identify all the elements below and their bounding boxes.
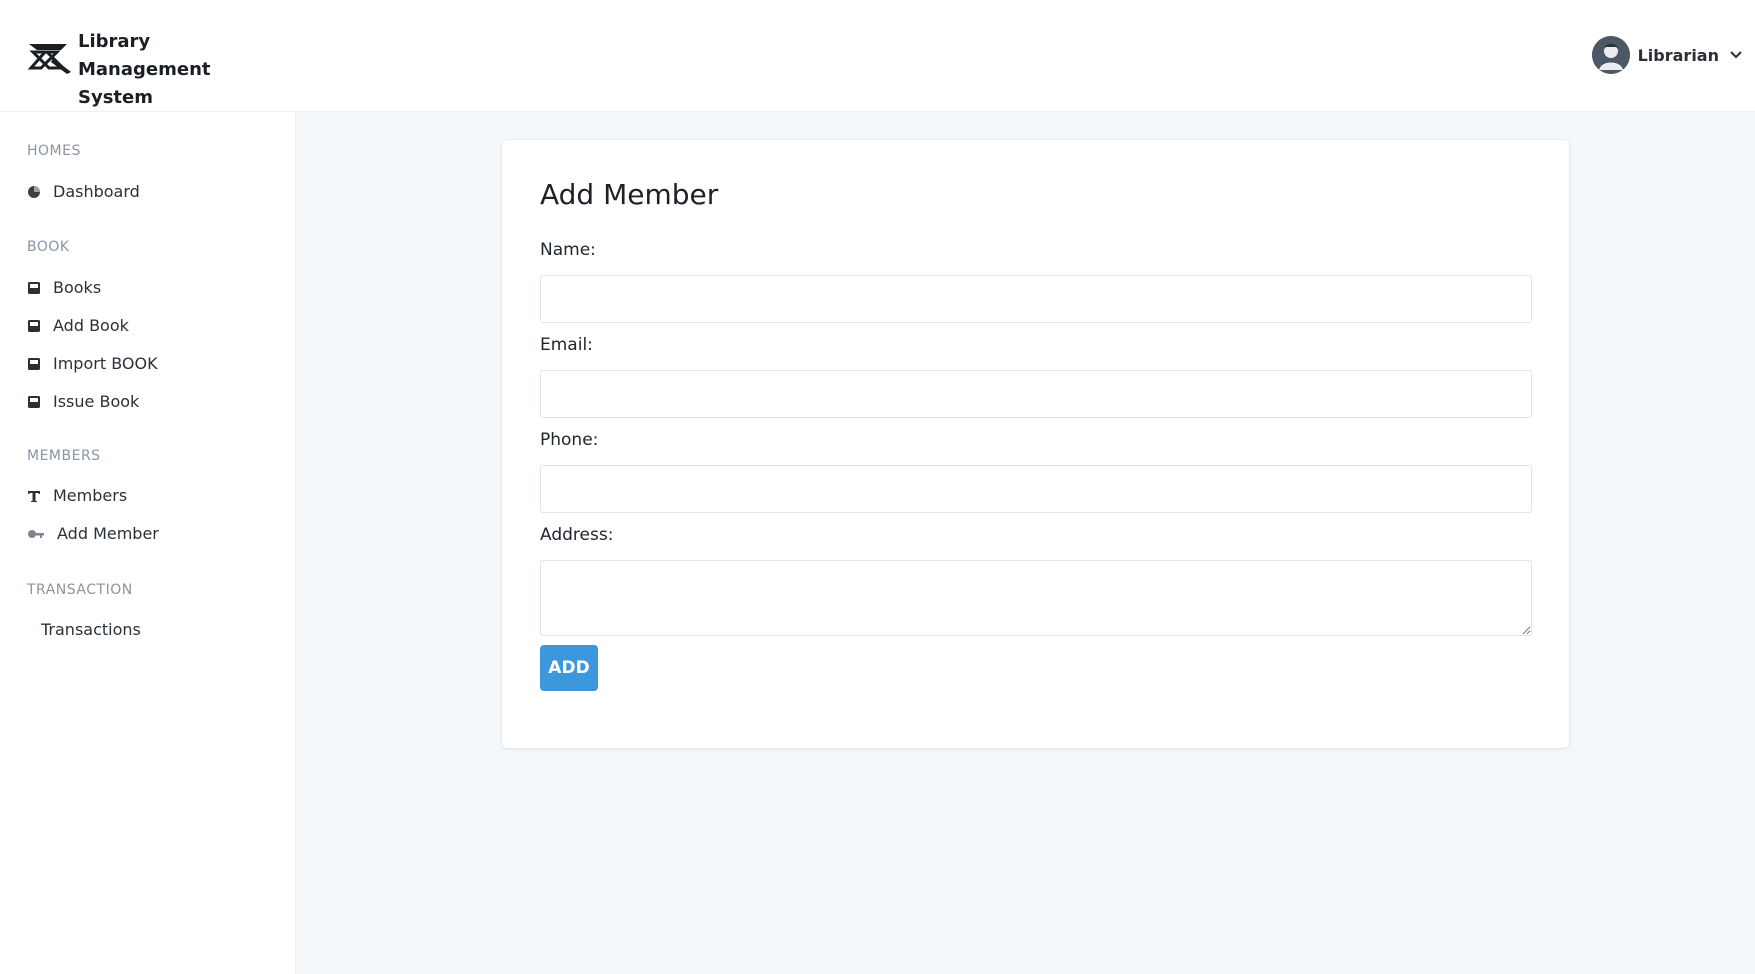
- sidebar-item-add-book[interactable]: Add Book: [27, 316, 129, 335]
- sidebar-item-transactions[interactable]: Transactions: [41, 620, 141, 639]
- user-menu[interactable]: Librarian: [1591, 36, 1743, 74]
- page-title: Add Member: [540, 178, 719, 211]
- sidebar-item-books[interactable]: Books: [27, 278, 101, 297]
- add-member-card: Add Member Name: Email: Phone: Address: …: [502, 140, 1569, 748]
- phone-label: Phone:: [540, 430, 599, 450]
- name-label: Name:: [540, 240, 596, 260]
- sidebar-item-label: Add Book: [53, 316, 129, 335]
- email-label: Email:: [540, 335, 593, 355]
- sidebar-section-book: BOOK: [27, 239, 70, 255]
- sidebar-section-transaction: TRANSACTION: [27, 582, 133, 598]
- book-icon: [28, 395, 40, 408]
- sidebar: HOMES Dashboard BOOK Books Add Book Impo…: [0, 112, 296, 974]
- sidebar-item-add-member[interactable]: Add Member: [27, 524, 159, 543]
- email-field[interactable]: [540, 370, 1532, 418]
- user-avatar-icon: [1591, 36, 1630, 74]
- sidebar-item-dashboard[interactable]: Dashboard: [27, 182, 140, 201]
- sidebar-item-label: Members: [53, 486, 128, 505]
- book-icon: [28, 357, 40, 370]
- add-member-button[interactable]: ADD: [540, 645, 598, 691]
- sidebar-item-label: Add Member: [57, 524, 159, 543]
- book-icon: [28, 319, 40, 332]
- pie-chart-icon: [28, 185, 40, 198]
- key-icon: [28, 529, 44, 538]
- sidebar-item-label: Dashboard: [53, 182, 140, 201]
- sidebar-item-label: Books: [53, 278, 102, 297]
- user-name: Librarian: [1637, 45, 1719, 65]
- avatar[interactable]: [1591, 36, 1630, 74]
- top-header: Library Management System Librarian: [0, 0, 1755, 112]
- phone-field[interactable]: [540, 465, 1532, 513]
- sidebar-item-label: Issue Book: [53, 392, 140, 411]
- name-field[interactable]: [540, 275, 1532, 323]
- chevron-down-icon[interactable]: [1729, 48, 1743, 62]
- brand[interactable]: Library Management System: [27, 28, 278, 112]
- text-t-icon: [28, 490, 40, 502]
- sidebar-item-label: Import BOOK: [53, 354, 158, 373]
- app-title-line1: Library Management: [78, 31, 211, 80]
- sidebar-section-homes: HOMES: [27, 143, 81, 159]
- address-field[interactable]: [540, 560, 1532, 636]
- book-icon: [28, 281, 40, 294]
- address-label: Address:: [540, 525, 614, 545]
- library-logo-icon: [27, 44, 71, 74]
- app-title: Library Management System: [78, 28, 278, 112]
- sidebar-item-issue-book[interactable]: Issue Book: [27, 392, 139, 411]
- sidebar-item-members[interactable]: Members: [27, 486, 127, 505]
- sidebar-item-label: Transactions: [41, 620, 141, 639]
- sidebar-section-members: MEMBERS: [27, 448, 101, 464]
- app-title-line2: System: [78, 87, 153, 108]
- sidebar-item-import-book[interactable]: Import BOOK: [27, 354, 158, 373]
